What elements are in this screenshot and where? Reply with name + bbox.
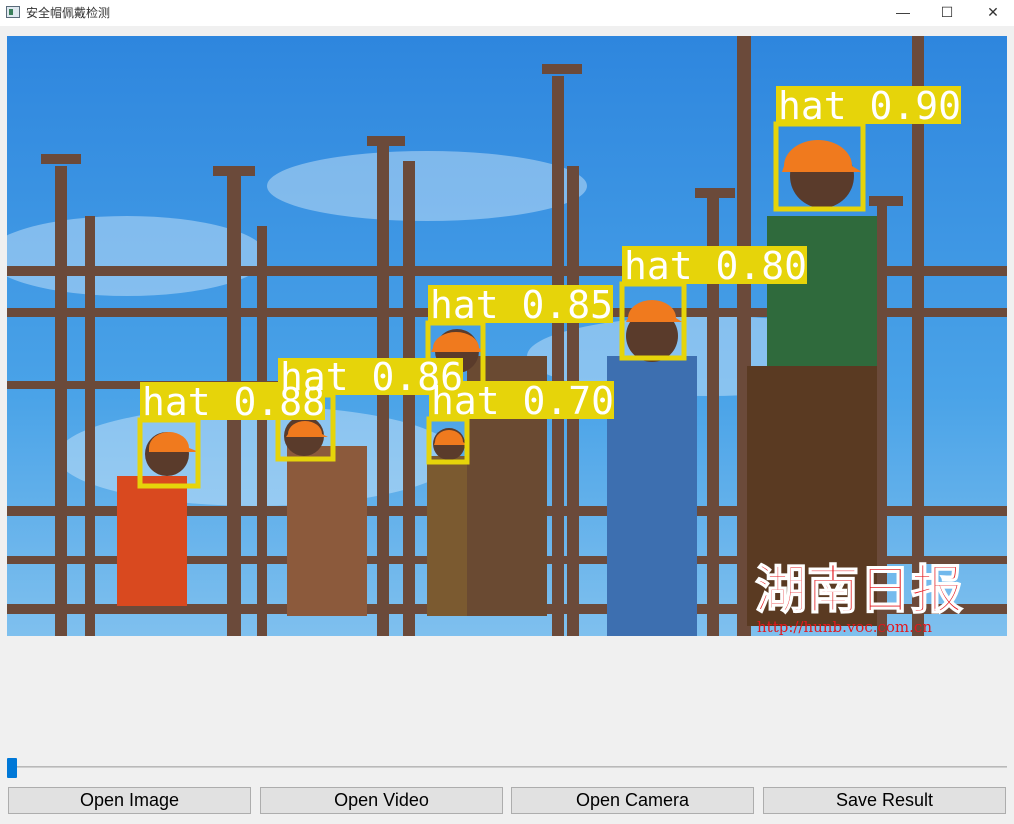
result-image: hat 0.90 hat 0.80 hat 0.85 hat 0.86 hat … [7, 36, 1007, 636]
open-video-button[interactable]: Open Video [260, 787, 503, 814]
title-bar: 安全帽佩戴检测 — ☐ ✕ [0, 0, 1014, 26]
app-icon [6, 6, 20, 18]
minimize-icon[interactable]: — [880, 0, 926, 24]
video-progress-slider[interactable] [7, 758, 1007, 778]
detection-label-6: hat 0.70 [431, 379, 614, 423]
open-camera-button[interactable]: Open Camera [511, 787, 754, 814]
slider-handle[interactable] [7, 758, 17, 778]
window-title: 安全帽佩戴检测 [26, 6, 111, 20]
save-result-button[interactable]: Save Result [763, 787, 1006, 814]
open-image-button[interactable]: Open Image [8, 787, 251, 814]
construction-scene: hat 0.90 hat 0.80 hat 0.85 hat 0.86 hat … [7, 36, 1007, 636]
watermark-text: 湖南日报 [755, 561, 963, 621]
detection-label-1: hat 0.90 [778, 84, 961, 128]
detection-label-3: hat 0.85 [430, 283, 613, 327]
close-icon[interactable]: ✕ [970, 0, 1014, 24]
detection-label-2: hat 0.80 [624, 244, 807, 288]
slider-track[interactable] [7, 766, 1007, 768]
watermark-url: http://hunb.voc.com.cn [757, 618, 932, 636]
maximize-icon[interactable]: ☐ [924, 0, 970, 24]
detection-label-5: hat 0.88 [142, 380, 325, 424]
